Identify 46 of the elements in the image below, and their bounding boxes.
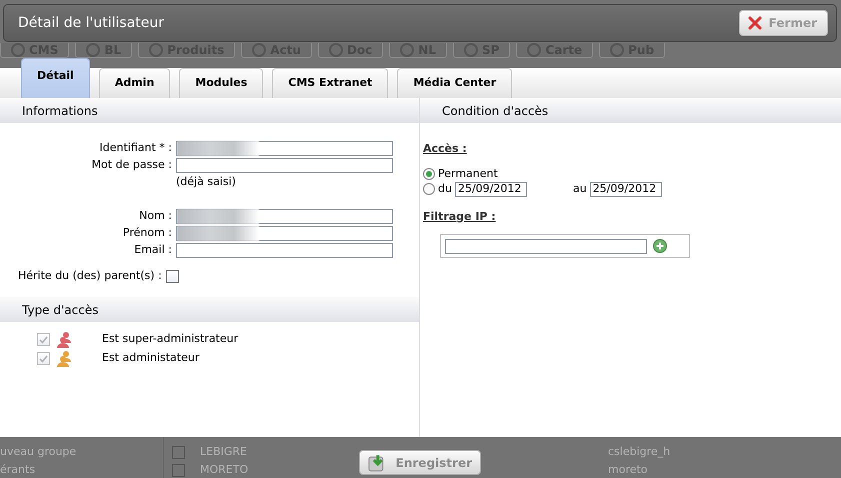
field-label: Nom : bbox=[138, 208, 173, 224]
date-field[interactable]: 25/09/2012 bbox=[454, 182, 527, 196]
table-cell: érants bbox=[0, 462, 36, 478]
tab[interactable]: Admin bbox=[98, 68, 170, 98]
save-button[interactable]: Enregistrer bbox=[359, 450, 481, 475]
checkbox[interactable] bbox=[166, 270, 179, 283]
field-label: Mot de passe : bbox=[90, 157, 173, 174]
option-label: Permanent bbox=[438, 166, 498, 182]
field-label: Accès : bbox=[423, 141, 468, 157]
close-icon bbox=[748, 16, 762, 30]
radio-button[interactable] bbox=[423, 168, 435, 180]
tab[interactable]: Média Center bbox=[397, 68, 512, 98]
row-checkbox[interactable] bbox=[172, 464, 185, 476]
field-label: Identifiant * : bbox=[98, 140, 173, 156]
field-label: Email : bbox=[133, 242, 173, 258]
table-cell: moreto bbox=[608, 462, 648, 478]
radio-button[interactable] bbox=[423, 183, 435, 195]
field-label: Filtrage IP : bbox=[423, 208, 497, 224]
row-checkbox[interactable] bbox=[172, 446, 185, 458]
field-label: Prénom : bbox=[122, 225, 173, 242]
section-header: Informations bbox=[0, 98, 419, 123]
dialog-title: Détail de l'utilisateur bbox=[18, 14, 164, 32]
section-header: Type d'accès bbox=[0, 297, 419, 322]
tab[interactable]: Détail bbox=[21, 58, 90, 98]
table-cell-text: cslebigre_h bbox=[608, 444, 670, 460]
input-field[interactable] bbox=[176, 226, 393, 241]
date-field[interactable]: 25/09/2012 bbox=[590, 182, 662, 196]
table-cell-text: uveau groupe bbox=[0, 444, 76, 460]
option-label: du bbox=[438, 180, 452, 197]
option-label: au bbox=[572, 180, 587, 197]
option-label: Est administateur bbox=[102, 350, 200, 366]
section-header: Condition d'accès bbox=[420, 98, 841, 123]
tab[interactable]: CMS Extranet bbox=[272, 68, 388, 98]
field-label: Hérite du (des) parent(s) : bbox=[18, 268, 162, 284]
table-cell-text: LEBIGRE bbox=[200, 444, 247, 460]
option-label: Est super-administrateur bbox=[102, 331, 238, 348]
input-field[interactable] bbox=[176, 243, 393, 258]
add-icon[interactable] bbox=[653, 238, 667, 253]
tab[interactable]: Modules bbox=[179, 68, 264, 98]
input-field[interactable] bbox=[176, 141, 393, 156]
ip-field[interactable] bbox=[445, 238, 647, 254]
input-field[interactable] bbox=[176, 209, 393, 224]
table-cell: MORETO bbox=[200, 462, 248, 478]
close-button[interactable]: Fermer bbox=[738, 10, 828, 36]
field-note: (déjà saisi) bbox=[176, 175, 236, 188]
input-field[interactable] bbox=[176, 158, 393, 173]
